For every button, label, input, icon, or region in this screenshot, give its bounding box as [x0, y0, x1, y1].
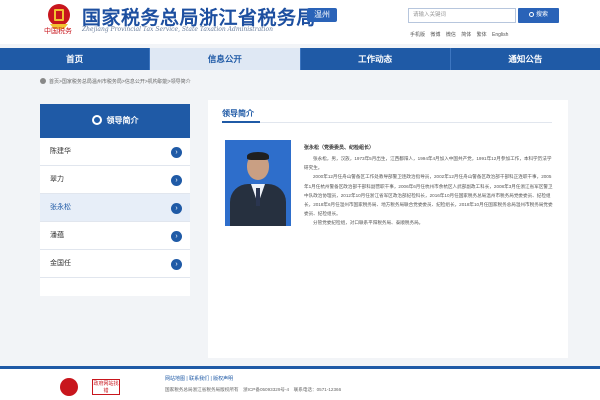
content-title: 领导简介 — [222, 109, 254, 118]
sidebar-title: 领导简介 — [106, 116, 139, 125]
quick-links: 手机版 微博 微信 简体 繁体 English — [410, 31, 512, 38]
portrait-hair — [247, 152, 269, 160]
sidebar-item-label: 翠力 — [50, 176, 64, 183]
sidebar-item-label: 陈建华 — [50, 148, 71, 155]
site-header: 中国税务 国家税务总局浙江省税务局 Zhejiang Provincial Ta… — [0, 0, 600, 44]
sidebar-item-leader-5[interactable]: 金国任 › — [40, 250, 190, 278]
quick-link-weibo[interactable]: 微博 — [430, 32, 440, 38]
error-report-badge[interactable]: 政府网站找错 — [92, 379, 120, 395]
city-badge[interactable]: 温州 — [307, 8, 337, 22]
bio-name: 张永松（党委委员、纪检组长） — [304, 145, 375, 151]
sidebar-item-label: 潘蕴 — [50, 232, 64, 239]
quick-link-english[interactable]: English — [492, 32, 508, 38]
search-button[interactable]: 搜索 — [518, 8, 559, 23]
site-footer: 政府网站找错 网站地图 | 联系我们 | 版权声明 国家税务总局浙江省税务局版权… — [0, 366, 600, 400]
sidebar-item-leader-2[interactable]: 翠力 › — [40, 166, 190, 194]
nav-item-info-disclosure[interactable]: 信息公开 — [150, 48, 301, 70]
home-icon — [40, 78, 46, 84]
settings-icon — [91, 115, 102, 125]
quick-link-wechat[interactable]: 微信 — [446, 32, 456, 38]
quick-link-simplified[interactable]: 简体 — [461, 32, 471, 38]
party-emblem-icon[interactable] — [60, 378, 78, 396]
sidebar-header: 领导简介 — [40, 104, 190, 138]
nav-item-home[interactable]: 首页 — [0, 48, 151, 70]
sidebar-item-leader-4[interactable]: 潘蕴 › — [40, 222, 190, 250]
quick-link-traditional[interactable]: 繁体 — [477, 32, 487, 38]
leader-portrait — [225, 140, 291, 226]
sidebar-item-leader-1[interactable]: 陈建华 › — [40, 138, 190, 166]
footer-links[interactable]: 网站地图 | 联系我们 | 版权声明 — [165, 375, 233, 382]
chevron-right-icon: › — [171, 203, 182, 214]
chevron-right-icon: › — [171, 259, 182, 270]
search-icon — [528, 12, 534, 17]
portrait-tie — [256, 188, 260, 206]
brand-script-logo: 中国税务 — [44, 27, 72, 35]
sidebar: 领导简介 陈建华 › 翠力 › 张永松 › 潘蕴 › 金国任 › — [40, 104, 190, 296]
bio-paragraph-1: 张永松，男，汉族，1973年5月出生，江西鄱阳人，1994年4月加入中国共产党，… — [304, 156, 552, 171]
footer-copyright: 国家税务总局浙江省税务局版权所有 浙ICP备05093329号-4 联系电话：0… — [165, 387, 342, 392]
site-title-english: Zhejiang Provincial Tax Service, State T… — [82, 26, 273, 33]
breadcrumb: 首页>国家税务总局温州市税务局>信息公开>机构职能>领导简介 — [40, 78, 191, 85]
title-divider — [222, 122, 552, 123]
breadcrumb-text[interactable]: 首页>国家税务总局温州市税务局>信息公开>机构职能>领导简介 — [49, 79, 191, 85]
bio-paragraph-2: 2000年12月任舟山警备区工作处教导部警卫连政治指导员，2002年12月任舟山… — [304, 174, 553, 217]
chevron-right-icon: › — [171, 147, 182, 158]
title-accent-line — [222, 121, 260, 123]
nav-item-notices[interactable]: 通知公告 — [451, 48, 600, 70]
main-nav: 首页 信息公开 工作动态 通知公告 — [0, 48, 600, 70]
search-button-label: 搜索 — [535, 12, 548, 18]
bio-paragraph-3: 分管党委纪检组，对口联系平阳税务局、泰顺税务局。 — [313, 220, 424, 226]
main-content: 领导简介 张永松（党委委员、纪检组长） 张永松，男，汉族，1973年5月出生，江… — [208, 100, 568, 358]
chevron-right-icon: › — [171, 231, 182, 242]
sidebar-item-leader-3[interactable]: 张永松 › — [40, 194, 190, 222]
chevron-right-icon: › — [171, 175, 182, 186]
bio-text: 张永松，男，汉族，1973年5月出生，江西鄱阳人，1994年4月加入中国共产党，… — [304, 154, 554, 228]
page: 中国税务 国家税务总局浙江省税务局 Zhejiang Provincial Ta… — [0, 0, 600, 400]
quick-link-mobile[interactable]: 手机版 — [410, 32, 425, 38]
sidebar-item-label: 金国任 — [50, 260, 71, 267]
search-input[interactable]: 请输入关键词 — [408, 8, 516, 23]
sidebar-item-label: 张永松 — [50, 204, 71, 211]
nav-item-work-news[interactable]: 工作动态 — [301, 48, 451, 70]
